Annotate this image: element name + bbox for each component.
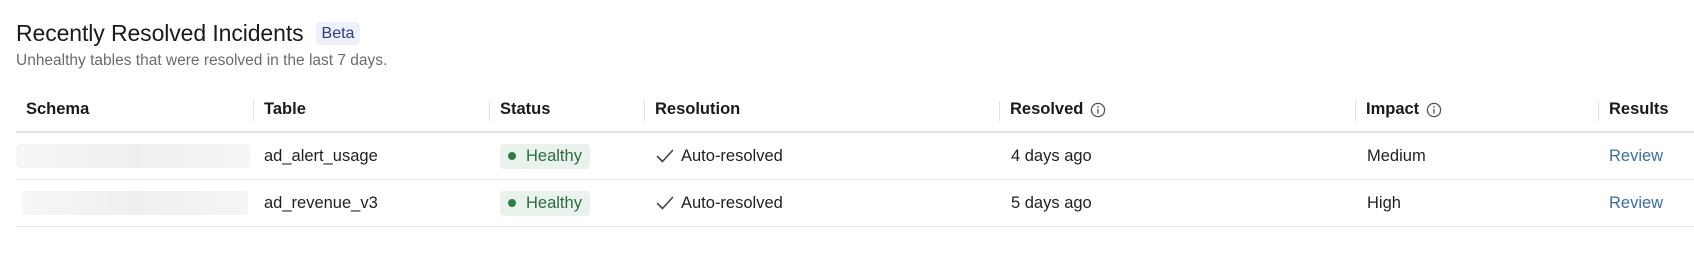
table-row[interactable]: ad_revenue_v3 Healthy Auto-resolved 5 da…	[16, 180, 1694, 227]
panel-header: Recently Resolved Incidents Beta Unhealt…	[16, 20, 387, 70]
table-header-row: Schema Table Status Resolution Resolved	[16, 88, 1694, 133]
status-dot-icon	[508, 152, 516, 160]
results-cell: Review	[1598, 180, 1694, 226]
review-link[interactable]: Review	[1609, 194, 1663, 213]
page-title: Recently Resolved Incidents	[16, 20, 304, 46]
info-circle-icon[interactable]	[1426, 102, 1442, 118]
schema-cell	[22, 180, 256, 226]
column-header-label: Impact	[1366, 100, 1420, 118]
status-badge: Healthy	[500, 190, 590, 216]
column-header-resolved[interactable]: Resolved	[999, 88, 1354, 131]
impact-cell: Medium	[1367, 146, 1426, 165]
status-dot-icon	[508, 199, 516, 207]
resolution-label: Auto-resolved	[681, 146, 783, 165]
resolved-incidents-panel: Recently Resolved Incidents Beta Unhealt…	[0, 0, 1694, 262]
redacted-schema-name	[22, 191, 248, 215]
status-label: Healthy	[526, 193, 582, 212]
review-link[interactable]: Review	[1609, 147, 1663, 166]
column-header-schema[interactable]: Schema	[26, 88, 256, 131]
column-header-label: Resolution	[655, 100, 741, 118]
column-header-results[interactable]: Results	[1598, 88, 1694, 131]
column-header-status[interactable]: Status	[489, 88, 644, 131]
resolution-cell: Auto-resolved	[644, 133, 999, 179]
checkmark-icon	[656, 195, 674, 211]
column-header-resolution[interactable]: Resolution	[644, 88, 999, 131]
checkmark-icon	[656, 148, 674, 164]
resolved-time-cell: 5 days ago	[1011, 193, 1092, 212]
resolved-time-cell: 4 days ago	[1011, 146, 1092, 165]
status-label: Healthy	[526, 146, 582, 165]
page-subtitle: Unhealthy tables that were resolved in t…	[16, 52, 388, 69]
schema-cell	[16, 133, 256, 179]
column-header-label: Status	[500, 100, 551, 118]
column-header-label: Resolved	[1010, 100, 1084, 118]
results-cell: Review	[1598, 133, 1694, 179]
column-header-label: Schema	[26, 100, 90, 118]
column-header-impact[interactable]: Impact	[1355, 88, 1595, 131]
impact-cell: High	[1367, 193, 1401, 212]
info-circle-icon[interactable]	[1090, 102, 1106, 118]
status-cell: Healthy	[489, 133, 644, 179]
beta-badge: Beta	[315, 22, 361, 45]
resolution-cell: Auto-resolved	[644, 180, 999, 226]
table-row[interactable]: ad_alert_usage Healthy Auto-resolved 4 d…	[16, 133, 1694, 180]
title-row: Recently Resolved Incidents Beta	[16, 20, 387, 47]
incidents-table: Schema Table Status Resolution Resolved	[16, 88, 1694, 227]
redacted-schema-name	[16, 144, 250, 168]
status-badge: Healthy	[500, 143, 590, 169]
column-header-label: Results	[1609, 100, 1669, 118]
column-header-label: Table	[264, 100, 306, 118]
table-name-cell: ad_revenue_v3	[264, 193, 378, 212]
table-name-cell: ad_alert_usage	[264, 146, 378, 165]
resolution-label: Auto-resolved	[681, 193, 783, 212]
column-header-table[interactable]: Table	[253, 88, 483, 131]
status-cell: Healthy	[489, 180, 644, 226]
